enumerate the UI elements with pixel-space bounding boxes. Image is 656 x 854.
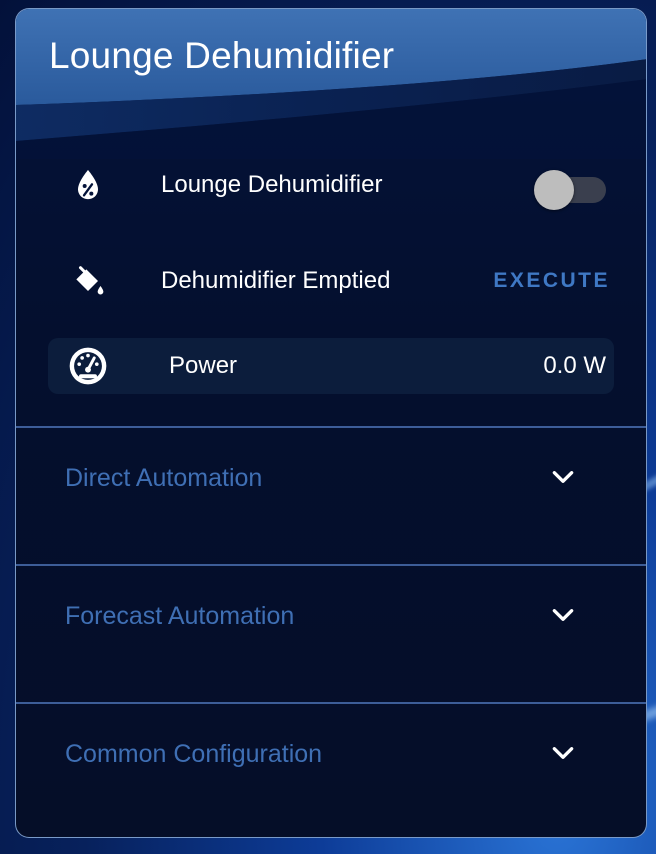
section-forecast-automation[interactable]: Forecast Automation: [16, 566, 646, 702]
section-direct-automation[interactable]: Direct Automation: [16, 428, 646, 564]
paint-bucket-icon: [76, 266, 104, 295]
dehumidifier-emptied-label: Dehumidifier Emptied: [161, 267, 391, 294]
section-title: Common Configuration: [65, 740, 323, 768]
power-row[interactable]: Power 0.0 W: [48, 338, 614, 394]
chevron-down-icon[interactable]: [550, 602, 576, 628]
card-title: Lounge Dehumidifier: [49, 35, 395, 76]
power-value: 0.0 W: [543, 352, 606, 379]
section-common-configuration[interactable]: Common Configuration: [16, 704, 646, 837]
water-percent-icon: [78, 170, 98, 200]
power-label: Power: [169, 352, 238, 379]
card-header: Lounge Dehumidifier: [16, 9, 646, 159]
dehumidifier-switch-row: Lounge Dehumidifier: [16, 157, 646, 213]
dehumidifier-emptied-row: Dehumidifier Emptied EXECUTE: [16, 253, 646, 309]
section-title: Forecast Automation: [65, 602, 295, 630]
dehumidifier-switch-label: Lounge Dehumidifier: [161, 171, 383, 198]
execute-button[interactable]: EXECUTE: [493, 269, 610, 293]
toggle-thumb: [534, 170, 574, 210]
entities-card: Lounge Dehumidifier Lounge Dehumidifier …: [15, 8, 647, 838]
header-background: [16, 9, 646, 159]
section-title: Direct Automation: [65, 464, 263, 492]
dehumidifier-toggle[interactable]: [534, 165, 606, 210]
chevron-down-icon[interactable]: [550, 740, 576, 766]
chevron-down-icon[interactable]: [550, 464, 576, 490]
gauge-icon: [69, 347, 107, 385]
